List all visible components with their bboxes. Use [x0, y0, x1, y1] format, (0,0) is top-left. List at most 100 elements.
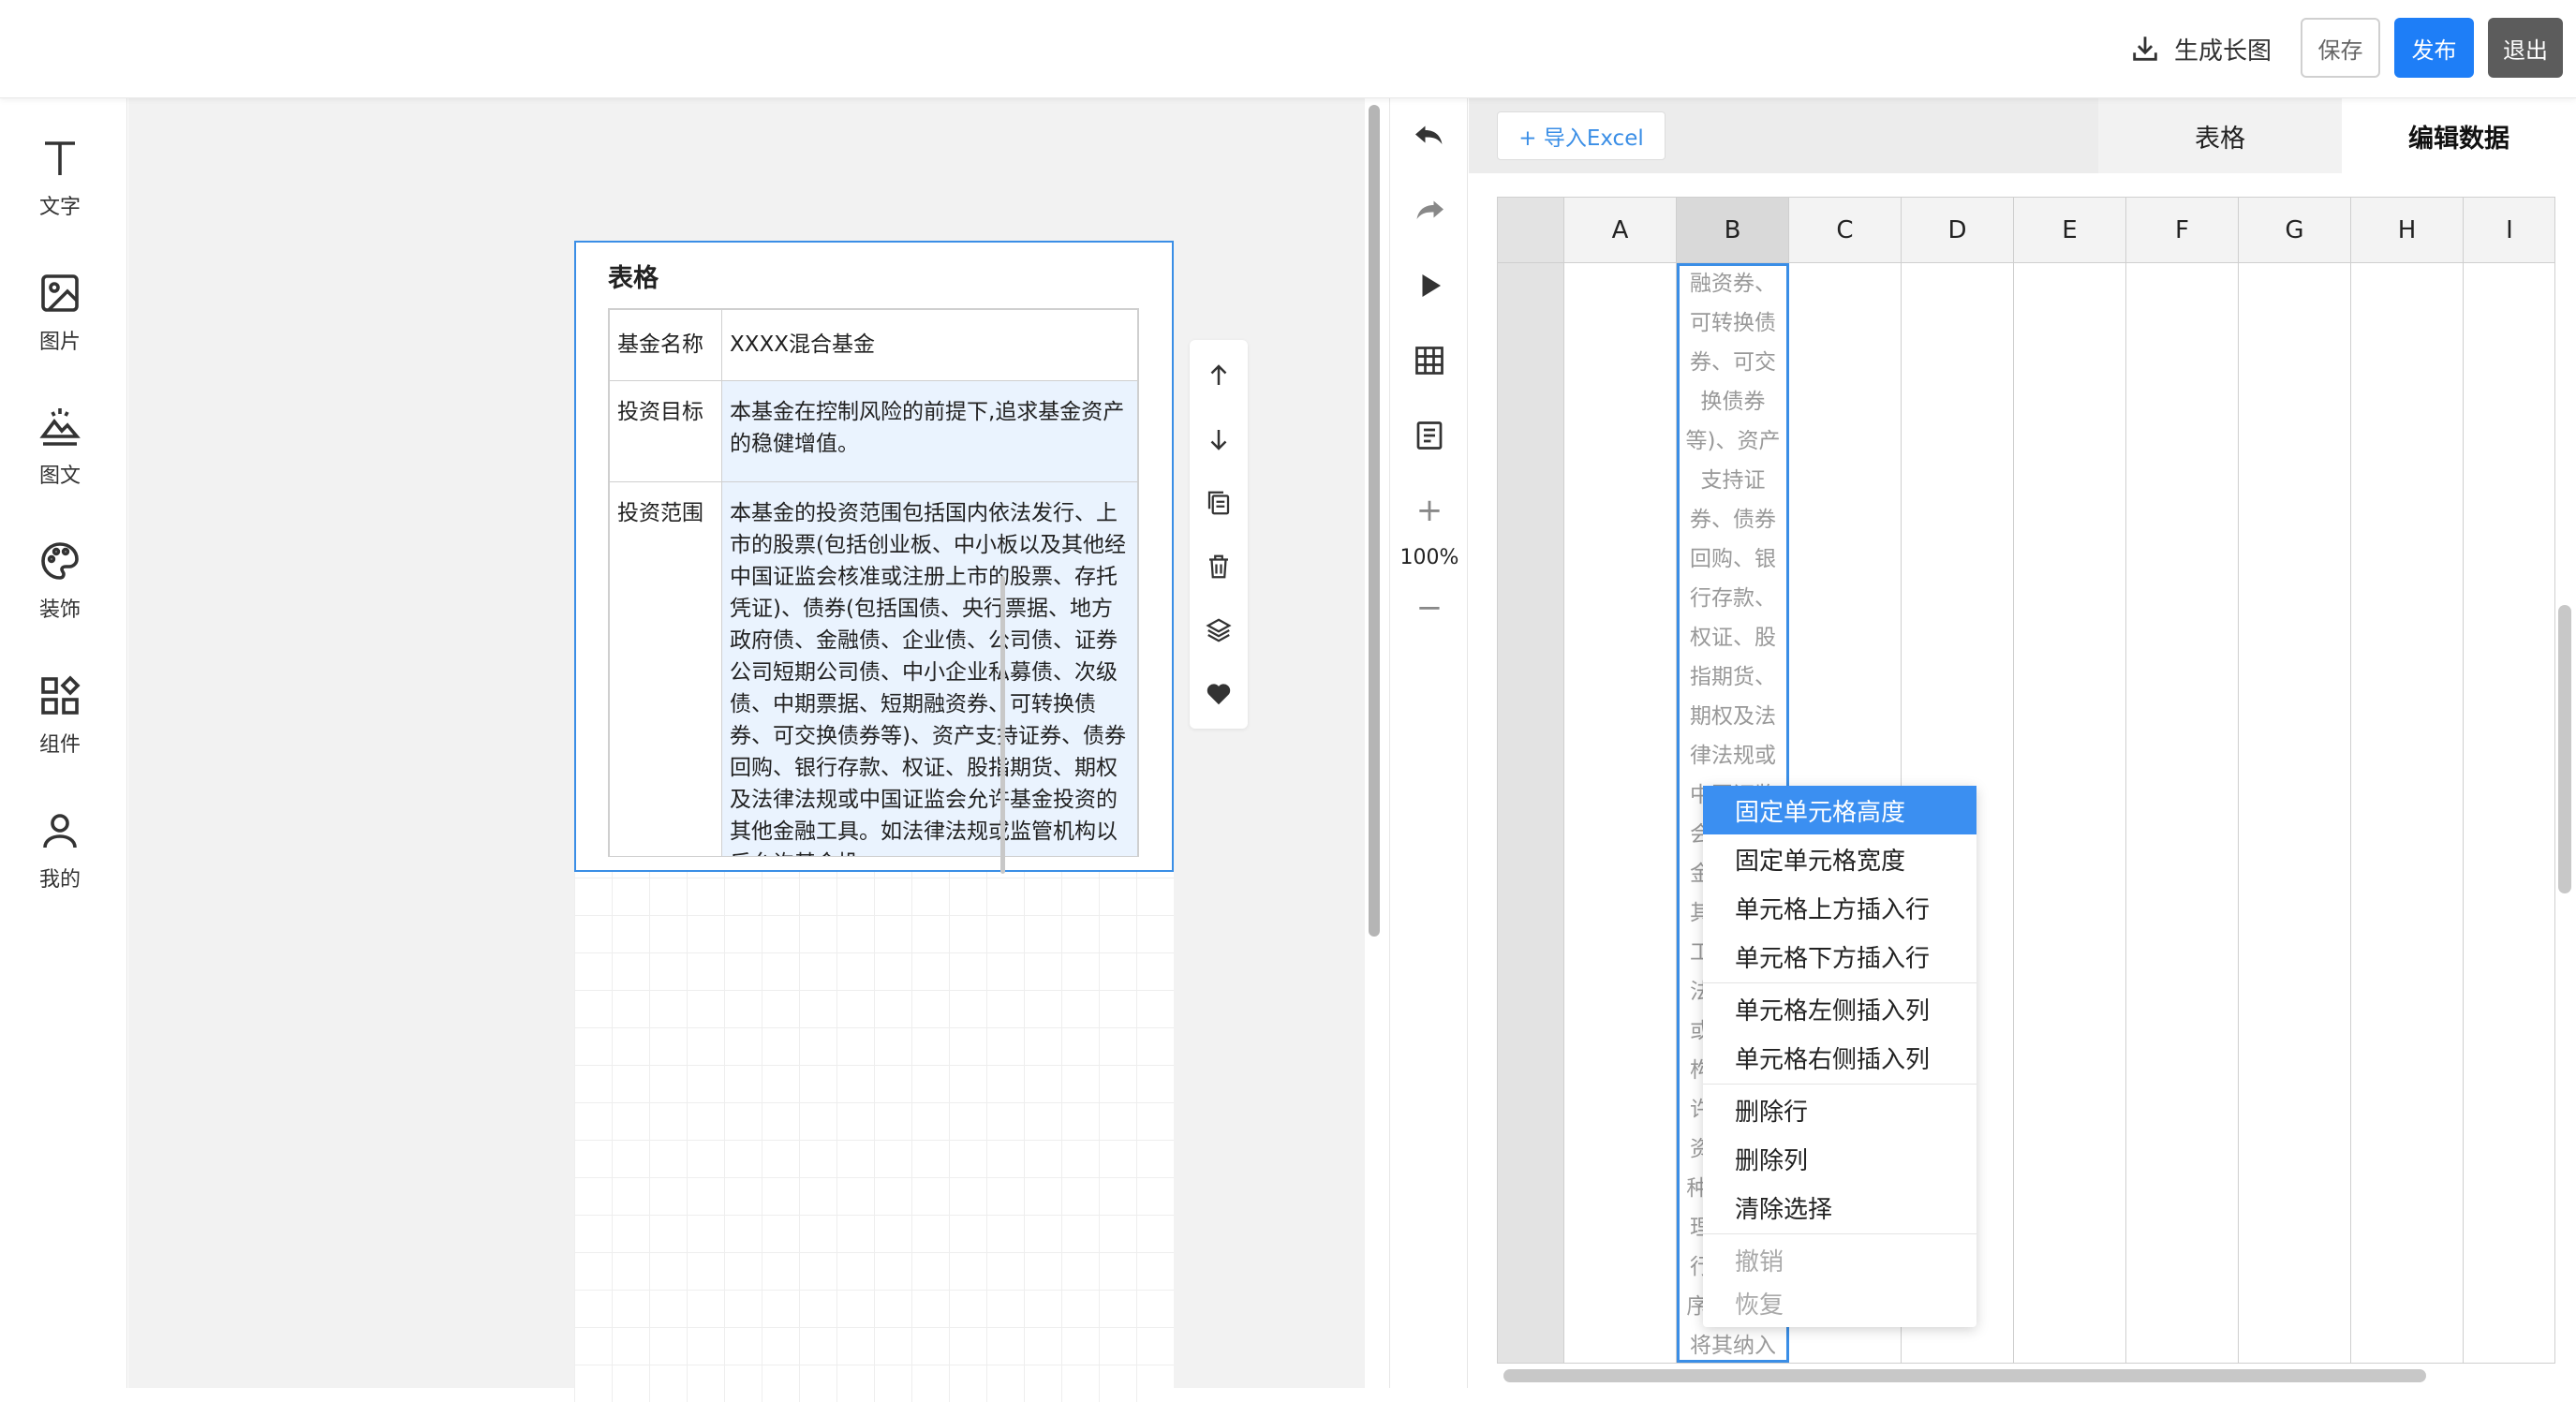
menu-item-undo[interactable]: 撤销: [1703, 1235, 1976, 1284]
table-scrollbar[interactable]: [1000, 576, 1005, 874]
arrow-up-icon: [1210, 364, 1227, 385]
sidebar-item-text[interactable]: 文字: [0, 117, 120, 239]
table-row: 投资目标 本基金在控制风险的前提下,追求基金资产的稳健增值。: [609, 380, 1138, 482]
menu-item-insert-column-left[interactable]: 单元格左侧插入列: [1703, 984, 1976, 1033]
favorite-button[interactable]: [1202, 677, 1236, 711]
table-row: 投资范围 本基金的投资范围包括国内依法发行、上市的股票(包括创业板、中小板以及其…: [609, 481, 1138, 856]
sidebar-item-label: 图片: [38, 331, 81, 354]
grid-icon: [1415, 347, 1443, 375]
heart-icon: [1207, 684, 1231, 705]
sidebar-item-label: 装饰: [38, 598, 81, 622]
save-button[interactable]: 保存: [2301, 18, 2380, 78]
table-cell-value: XXXX混合基金: [721, 309, 1138, 381]
trash-icon: [1209, 554, 1228, 579]
menu-item-insert-row-below[interactable]: 单元格下方插入行: [1703, 932, 1976, 981]
table-cell-label: 投资范围: [609, 481, 722, 856]
widget-title: 表格: [608, 264, 659, 293]
table-cell-label: 投资目标: [609, 380, 722, 482]
generate-long-image-button[interactable]: 生成长图: [2129, 21, 2272, 77]
tab-edit-data[interactable]: 编辑数据: [2342, 98, 2576, 173]
document-button[interactable]: [1409, 415, 1450, 456]
grid-corner[interactable]: [1498, 198, 1564, 263]
download-icon: [2133, 37, 2157, 61]
sidebar-item-image-text[interactable]: 图文: [0, 386, 120, 508]
grid-line: [2463, 263, 2464, 1363]
layer-button[interactable]: [1202, 613, 1236, 647]
generate-label: 生成长图: [2174, 37, 2273, 66]
table-mode-button[interactable]: [1409, 340, 1450, 381]
grid-vertical-scrollbar[interactable]: [2558, 605, 2571, 893]
menu-item-clear-selection[interactable]: 清除选择: [1703, 1183, 1976, 1232]
column-header[interactable]: C: [1789, 198, 1902, 263]
sidebar-item-label: 组件: [38, 733, 81, 757]
menu-item-fix-cell-height[interactable]: 固定单元格高度: [1703, 786, 1976, 834]
spreadsheet-grid[interactable]: A B C D E F G H I 融资券、可转换债券、可交换债券等)、资产支持…: [1497, 197, 2555, 1364]
column-header[interactable]: D: [1902, 198, 2014, 263]
menu-item-insert-row-above[interactable]: 单元格上方插入行: [1703, 883, 1976, 932]
column-header[interactable]: G: [2239, 198, 2351, 263]
tab-table[interactable]: 表格: [2098, 98, 2342, 173]
design-canvas: 表格 基金名称 XXXX混合基金 投资目标 本基金在控制风险的前提下,追求基金资…: [128, 98, 1365, 1402]
user-icon: [43, 814, 77, 849]
redo-button[interactable]: [1409, 190, 1450, 231]
menu-item-delete-row[interactable]: 删除行: [1703, 1085, 1976, 1134]
zoom-in-button[interactable]: +: [1409, 490, 1450, 531]
grid-horizontal-scrollbar[interactable]: [1503, 1369, 2426, 1382]
sidebar-item-components[interactable]: 组件: [0, 655, 120, 776]
import-excel-button[interactable]: + 导入Excel: [1497, 111, 1666, 160]
editor-tools: + 100% −: [1389, 98, 1468, 1388]
preview-button[interactable]: [1409, 265, 1450, 306]
document-icon: [1416, 421, 1443, 450]
sidebar-item-decoration[interactable]: 装饰: [0, 520, 120, 642]
undo-icon: [1415, 125, 1443, 144]
delete-button[interactable]: [1202, 550, 1236, 583]
cell-context-menu: 固定单元格高度 固定单元格宽度 单元格上方插入行 单元格下方插入行 单元格左侧插…: [1703, 786, 1976, 1327]
layers-icon: [1206, 618, 1232, 642]
zoom-out-button[interactable]: −: [1409, 587, 1450, 628]
top-bar: 生成长图 保存 发布 退出: [0, 0, 2576, 98]
copy-button[interactable]: [1202, 486, 1236, 520]
component-sidebar: 文字 图片 图文 装饰 组件 我的: [0, 98, 127, 1388]
column-header[interactable]: H: [2351, 198, 2464, 263]
column-header[interactable]: F: [2126, 198, 2239, 263]
publish-button[interactable]: 发布: [2394, 18, 2474, 78]
sidebar-item-label: 图文: [38, 465, 81, 488]
grid-line: [2125, 263, 2126, 1363]
exit-button[interactable]: 退出: [2488, 18, 2563, 78]
redo-icon: [1416, 200, 1443, 219]
play-icon: [1422, 274, 1441, 297]
column-header[interactable]: B: [1677, 198, 1789, 263]
column-header[interactable]: A: [1564, 198, 1677, 263]
undo-button[interactable]: [1409, 115, 1450, 156]
move-down-button[interactable]: [1202, 422, 1236, 456]
column-header[interactable]: I: [2464, 198, 2554, 263]
image-text-icon: [39, 408, 81, 446]
menu-divider: [1703, 1084, 1976, 1085]
sidebar-item-label: 文字: [38, 196, 81, 219]
menu-divider: [1703, 1233, 1976, 1234]
row-header-column[interactable]: [1498, 263, 1564, 1363]
move-up-button[interactable]: [1202, 359, 1236, 392]
text-icon: [45, 141, 75, 175]
image-icon: [41, 274, 79, 312]
table-row: 基金名称 XXXX混合基金: [609, 309, 1138, 381]
grid-line: [2013, 263, 2014, 1363]
menu-item-fix-cell-width[interactable]: 固定单元格宽度: [1703, 834, 1976, 883]
table-widget[interactable]: 表格 基金名称 XXXX混合基金 投资目标 本基金在控制风险的前提下,追求基金资…: [574, 241, 1174, 872]
menu-item-insert-column-right[interactable]: 单元格右侧插入列: [1703, 1033, 1976, 1082]
sidebar-item-mine[interactable]: 我的: [0, 790, 120, 911]
copy-icon: [1207, 491, 1230, 515]
arrow-down-icon: [1210, 430, 1227, 450]
palette-icon: [41, 542, 79, 580]
data-editor-panel: + 导入Excel 表格 编辑数据 A B C D E F G H I 融资券、…: [1469, 98, 2576, 1388]
sidebar-item-image[interactable]: 图片: [0, 252, 120, 374]
menu-item-delete-column[interactable]: 删除列: [1703, 1134, 1976, 1183]
canvas-scrollbar[interactable]: [1369, 105, 1380, 937]
sidebar-item-label: 我的: [38, 868, 81, 892]
components-icon: [41, 675, 81, 715]
column-header[interactable]: E: [2014, 198, 2126, 263]
menu-item-redo[interactable]: 恢复: [1703, 1278, 1976, 1327]
zoom-level: 100%: [1399, 546, 1459, 569]
fund-table[interactable]: 基金名称 XXXX混合基金 投资目标 本基金在控制风险的前提下,追求基金资产的稳…: [608, 308, 1139, 857]
editor-tabbar: + 导入Excel 表格 编辑数据: [1469, 98, 2576, 173]
